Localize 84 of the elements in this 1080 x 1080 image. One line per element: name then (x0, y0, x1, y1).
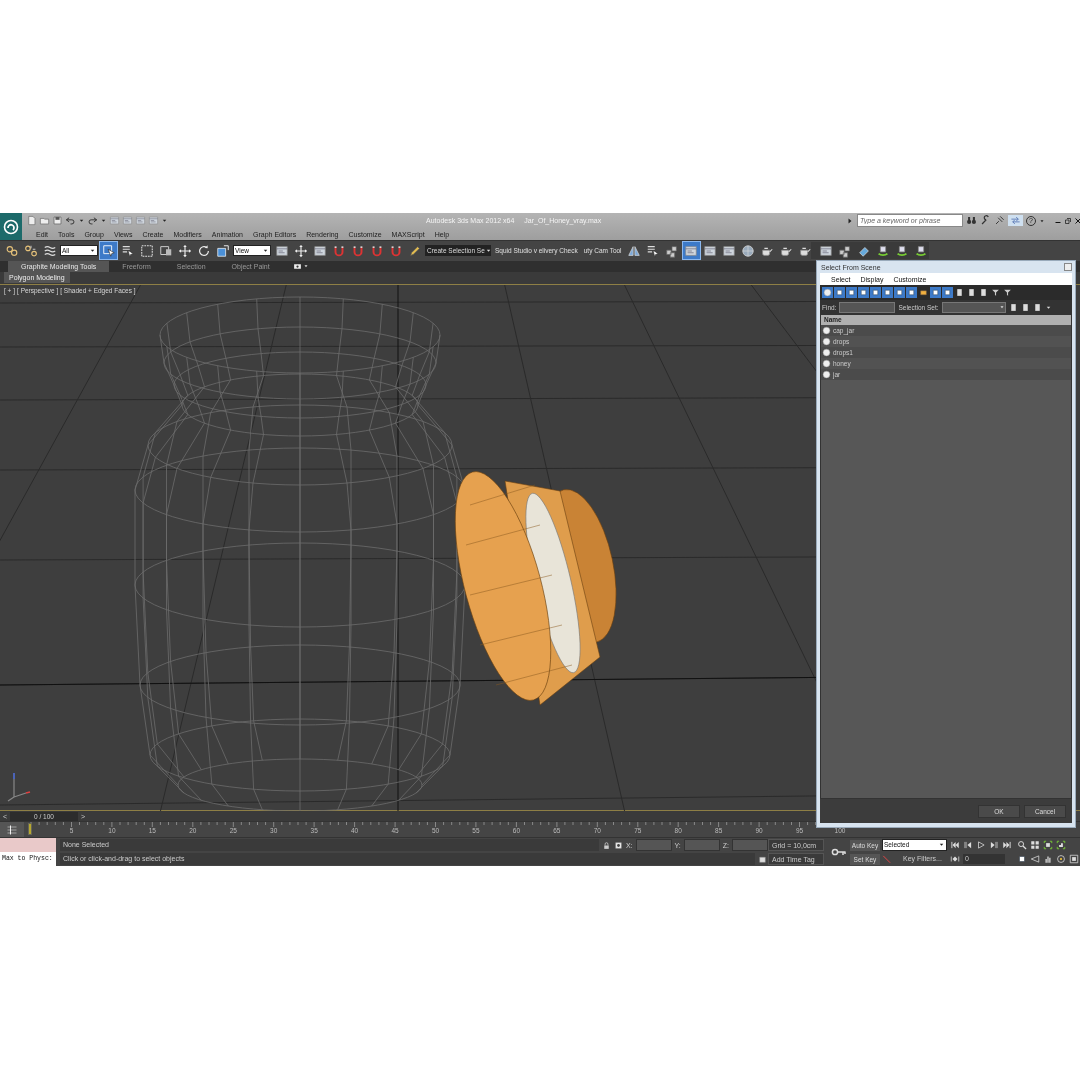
move-arrows-icon (293, 244, 308, 258)
magnifier-icon[interactable] (1017, 840, 1027, 850)
coordinate-field[interactable] (635, 839, 672, 851)
caret-icon[interactable] (78, 217, 85, 224)
toolbar-button[interactable] (138, 242, 155, 260)
caret-icon (998, 304, 1005, 310)
list-cursor-icon (120, 244, 135, 258)
cycle-arrow-icon (875, 244, 890, 258)
zoom-extents-icon[interactable] (1056, 840, 1066, 850)
app-logo-icon (3, 218, 19, 235)
caret-icon (938, 841, 945, 848)
eraser-icon (856, 244, 871, 258)
display-filter-button[interactable] (978, 287, 989, 298)
caret-icon[interactable] (1039, 217, 1045, 224)
close-button[interactable] (1064, 263, 1072, 271)
track-view-icon[interactable] (6, 823, 18, 836)
wrench-icon[interactable] (980, 215, 991, 226)
display-filter-button[interactable] (954, 287, 965, 298)
folder-icon[interactable] (39, 215, 50, 226)
toolbar-button[interactable] (214, 242, 231, 260)
caret-icon[interactable] (100, 217, 107, 224)
axis-gizmo-icon (7, 772, 31, 802)
pencil-icon (407, 244, 422, 258)
chain-link-icon (4, 244, 19, 258)
coordinate-field[interactable] (732, 839, 768, 851)
script-listener-field[interactable] (0, 838, 56, 852)
four-squares-icon[interactable] (1030, 840, 1040, 850)
window-panel-icon (818, 244, 833, 258)
go-to-start-icon[interactable] (950, 840, 960, 850)
caret-icon[interactable] (161, 217, 168, 224)
undo-icon[interactable] (65, 215, 76, 226)
wave-lines-icon (42, 244, 57, 258)
document-icon[interactable] (26, 215, 37, 226)
cycle-arrow-icon (913, 244, 928, 258)
window-panel-icon (274, 244, 289, 258)
display-filter-button[interactable] (1002, 287, 1013, 298)
close-icon[interactable] (1074, 216, 1080, 225)
broken-link-icon (23, 244, 38, 258)
previous-frame-icon[interactable] (963, 840, 973, 850)
display-options-button[interactable] (292, 261, 309, 271)
toolbar-button[interactable] (739, 242, 757, 260)
caret-icon (89, 247, 96, 255)
window-panel-icon (312, 244, 327, 258)
key-mode-icon[interactable] (950, 854, 960, 864)
field-of-view-icon[interactable] (1030, 854, 1040, 864)
rotate-icon (196, 244, 211, 258)
caret-icon (262, 247, 269, 255)
toolbar-button[interactable] (100, 242, 117, 260)
current-frame-marker[interactable] (28, 823, 32, 836)
rectangle-icon (139, 244, 154, 258)
exchange-icon (1010, 215, 1021, 226)
next-frame-icon[interactable] (989, 840, 999, 850)
triangle-icon (846, 216, 854, 225)
application-button[interactable] (0, 213, 22, 240)
orbit-icon[interactable] (1056, 854, 1066, 864)
cubes-icon (837, 244, 852, 258)
binoculars-icon[interactable] (966, 215, 977, 226)
select-cursor-icon (101, 244, 116, 258)
mirror-icon (627, 244, 642, 258)
cycle-arrow-icon (894, 244, 909, 258)
selection-mode-icon[interactable] (613, 840, 623, 850)
time-tag-icon[interactable] (758, 854, 767, 864)
caret-icon (484, 247, 492, 255)
maximize-icon[interactable] (1069, 854, 1079, 864)
display-filter-button[interactable] (990, 287, 1001, 298)
lock-icon[interactable] (601, 840, 611, 850)
play-icon[interactable] (976, 840, 986, 850)
zoom-extents-icon[interactable] (1043, 840, 1053, 850)
cubes-icon (665, 244, 680, 258)
list-cursor-icon (646, 244, 661, 258)
display-filter-button[interactable] (966, 287, 977, 298)
window-icon (158, 244, 173, 258)
window-panel-icon (703, 244, 718, 258)
coordinate-field[interactable] (683, 839, 720, 851)
window-panel-icon (684, 244, 699, 258)
redo-icon[interactable] (87, 215, 98, 226)
go-to-end-icon[interactable] (1002, 840, 1012, 850)
find-field[interactable] (839, 301, 896, 313)
restore-icon[interactable] (1064, 216, 1072, 225)
scale-icon (215, 244, 230, 258)
sphere-icon (741, 244, 756, 258)
move-arrows-icon (177, 244, 192, 258)
window-panel-icon (722, 244, 737, 258)
object-icon (823, 288, 832, 297)
